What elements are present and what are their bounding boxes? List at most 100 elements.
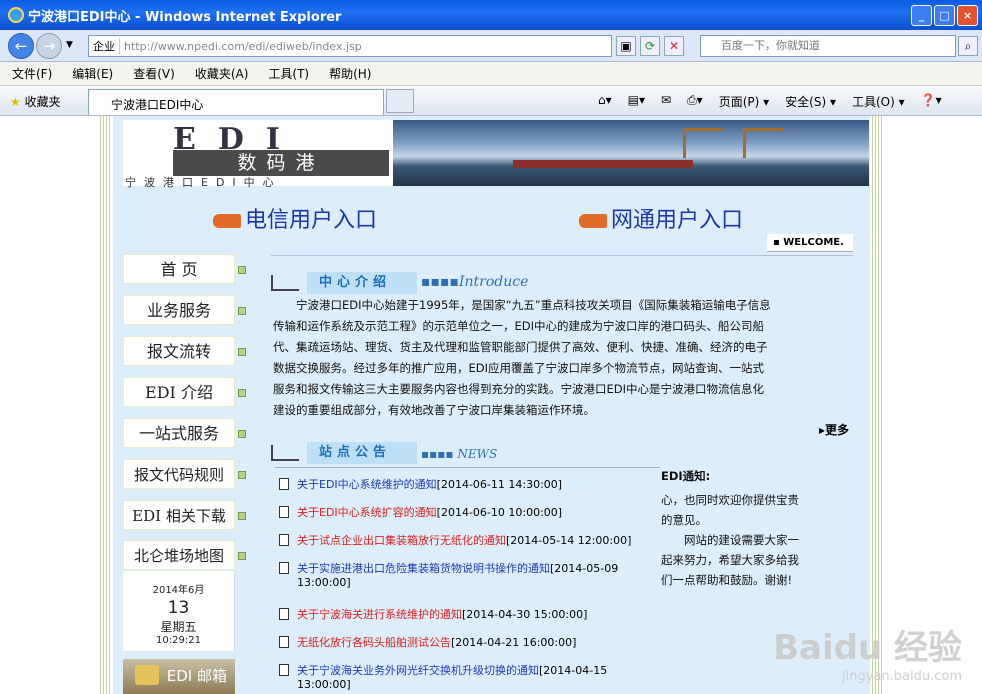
nav-downloads[interactable]: EDI 相关下载 xyxy=(123,500,246,530)
search-input[interactable]: 百度一下，你就知道 xyxy=(700,35,956,57)
banner-tagline: 宁波港口EDI中心 xyxy=(125,176,282,189)
window-title: 宁波港口EDI中心 - Windows Internet Explorer xyxy=(28,9,342,25)
stop-icon[interactable]: ✕ xyxy=(664,36,684,56)
minimize-button[interactable]: _ xyxy=(911,5,932,26)
left-border xyxy=(100,116,110,694)
tab-bar: ★ 收藏夹 宁波港口EDI中心 ⌂▾ ▤▾ ✉ ⎙▾ 页面(P) ▾ 安全(S)… xyxy=(0,86,982,116)
news-item[interactable]: 关于宁波海关业务外网光纤交换机升级切换的通知[2014-04-15 13:00:… xyxy=(279,664,663,692)
document-icon xyxy=(279,608,289,620)
refresh-icon[interactable]: ⟳ xyxy=(640,36,660,56)
forward-icon[interactable]: → xyxy=(36,33,62,59)
netcom-entry-link[interactable]: 网通用户入口 xyxy=(579,202,743,234)
news-item[interactable]: 关于实施进港出口危险集装箱货物说明书操作的通知[2014-05-09 13:00… xyxy=(279,562,663,590)
mailbox-icon xyxy=(135,665,159,685)
harbor-image xyxy=(393,120,869,186)
nav-code-rules[interactable]: 报文代码规则 xyxy=(123,459,246,489)
logo-sub: 数码港 xyxy=(173,150,389,176)
tools-menu[interactable]: 工具(O) ▾ xyxy=(852,93,905,110)
more-link[interactable]: ▸更多 xyxy=(819,421,849,438)
nav-label[interactable]: 报文流转 xyxy=(147,342,211,361)
banner: EDI 数码港 宁波港口EDI中心 xyxy=(123,120,869,189)
news-item[interactable]: 无纸化放行各码头船舶测试公告[2014-04-21 16:00:00] xyxy=(279,636,663,650)
intro-title: 中心介绍 xyxy=(307,272,417,294)
menu-favorites[interactable]: 收藏夹(A) xyxy=(195,65,249,82)
nav-label[interactable]: 首 页 xyxy=(160,260,197,279)
edi-mail-button[interactable]: EDI 邮箱 xyxy=(123,659,235,694)
news-title[interactable]: 关于EDI中心系统维护的通知 xyxy=(297,478,437,491)
news-item[interactable]: 关于宁波海关进行系统维护的通知[2014-04-30 15:00:00] xyxy=(279,608,663,622)
watermark-logo: Baidu 经验 xyxy=(773,628,962,668)
address-url[interactable]: http://www.npedi.com/edi/ediweb/index.js… xyxy=(124,40,362,53)
news-item[interactable]: 关于试点企业出口集装箱放行无纸化的通知[2014-05-14 12:00:00] xyxy=(279,534,663,548)
nav-label[interactable]: EDI 介绍 xyxy=(145,383,213,402)
document-icon xyxy=(279,506,289,518)
nav-one-stop[interactable]: 一站式服务 xyxy=(123,418,246,448)
feeds-icon[interactable]: ▤▾ xyxy=(628,93,645,110)
page-menu[interactable]: 页面(P) ▾ xyxy=(719,93,769,110)
nav-business[interactable]: 业务服务 xyxy=(123,295,246,325)
news-title[interactable]: 关于宁波海关业务外网光纤交换机升级切换的通知 xyxy=(297,664,539,677)
intro-text: 宁波港口EDI中心始建于1995年，是国家“九五”重点科技攻关项目《国际集装箱运… xyxy=(273,298,771,417)
ie-icon xyxy=(8,7,24,23)
menu-tools[interactable]: 工具(T) xyxy=(268,65,309,82)
tab-current[interactable]: 宁波港口EDI中心 xyxy=(88,89,384,115)
home-icon[interactable]: ⌂▾ xyxy=(598,93,612,110)
news-date: [2014-04-30 15:00:00] xyxy=(462,608,588,621)
news-date: [2014-04-21 16:00:00] xyxy=(451,636,577,649)
date-time: 10:29:21 xyxy=(156,635,201,646)
bullet-icon xyxy=(238,552,246,560)
nav-home[interactable]: 首 页 xyxy=(123,254,246,284)
news-item[interactable]: 关于EDI中心系统扩容的通知[2014-06-10 10:00:00] xyxy=(279,506,663,520)
nav-edi-intro[interactable]: EDI 介绍 xyxy=(123,377,246,407)
nav-label[interactable]: EDI 相关下载 xyxy=(132,507,226,525)
news-title[interactable]: 关于试点企业出口集装箱放行无纸化的通知 xyxy=(297,534,506,547)
menu-edit[interactable]: 编辑(E) xyxy=(72,65,113,82)
nav-label[interactable]: 一站式服务 xyxy=(139,424,219,443)
close-button[interactable]: × xyxy=(957,5,978,26)
netcom-entry-label[interactable]: 网通用户入口 xyxy=(611,208,743,233)
news-title[interactable]: 关于实施进港出口危险集装箱货物说明书操作的通知 xyxy=(297,562,550,575)
search-icon[interactable]: ⌕ xyxy=(958,36,978,56)
nav-map[interactable]: 北仑堆场地图 xyxy=(123,540,246,570)
history-dropdown-icon[interactable]: ▼ xyxy=(66,40,73,50)
pointing-hand-icon xyxy=(579,214,607,228)
menu-view[interactable]: 查看(V) xyxy=(133,65,175,82)
nav-message-flow[interactable]: 报文流转 xyxy=(123,336,246,366)
mail-icon[interactable]: ✉ xyxy=(661,93,671,110)
nav-label[interactable]: 业务服务 xyxy=(147,301,211,320)
new-tab-button[interactable] xyxy=(386,89,414,113)
more-label[interactable]: 更多 xyxy=(825,423,849,437)
maximize-button[interactable]: □ xyxy=(934,5,955,26)
news-item[interactable]: 关于EDI中心系统维护的通知[2014-06-11 14:30:00] xyxy=(279,478,663,492)
intro-en-title: ▪▪▪▪Introduce xyxy=(421,274,529,290)
mail-label[interactable]: EDI 邮箱 xyxy=(167,667,227,685)
favorites-button[interactable]: ★ 收藏夹 xyxy=(10,93,61,110)
menu-help[interactable]: 帮助(H) xyxy=(329,65,371,82)
watermark-url: jingyan.baidu.com xyxy=(842,669,962,684)
telecom-entry-link[interactable]: 电信用户入口 xyxy=(213,202,377,234)
news-title[interactable]: 无纸化放行各码头船舶测试公告 xyxy=(297,636,451,649)
date-year-month: 2014年6月 xyxy=(152,585,205,596)
news-date: [2014-06-11 14:30:00] xyxy=(436,478,563,491)
ship-image xyxy=(513,160,693,168)
compat-icon[interactable]: ▣ xyxy=(616,36,636,56)
back-icon[interactable]: ← xyxy=(8,33,34,59)
print-icon[interactable]: ⎙▾ xyxy=(687,93,703,110)
favorites-label: 收藏夹 xyxy=(24,95,61,109)
section-icon xyxy=(271,275,299,291)
zone-label[interactable]: 企业 xyxy=(89,38,120,54)
address-bar[interactable]: 企业 http://www.npedi.com/edi/ediweb/index… xyxy=(88,35,612,57)
news-title[interactable]: 关于EDI中心系统扩容的通知 xyxy=(297,506,437,519)
telecom-entry-label[interactable]: 电信用户入口 xyxy=(245,208,377,233)
news-title[interactable]: 关于宁波海关进行系统维护的通知 xyxy=(297,608,462,621)
menu-file[interactable]: 文件(F) xyxy=(12,65,52,82)
safety-menu[interactable]: 安全(S) ▾ xyxy=(785,93,836,110)
news-title: 站点公告 xyxy=(307,442,417,464)
page-viewport: EDI 数码港 宁波港口EDI中心 电信用户入口 网通用户入口 ▪ WELCOM… xyxy=(0,116,982,694)
document-icon xyxy=(279,636,289,648)
help-icon[interactable]: ❓▾ xyxy=(921,93,942,110)
divider xyxy=(271,255,853,256)
date-day: 13 xyxy=(167,598,190,618)
nav-label[interactable]: 报文代码规则 xyxy=(134,466,224,484)
nav-label[interactable]: 北仑堆场地图 xyxy=(134,547,224,565)
